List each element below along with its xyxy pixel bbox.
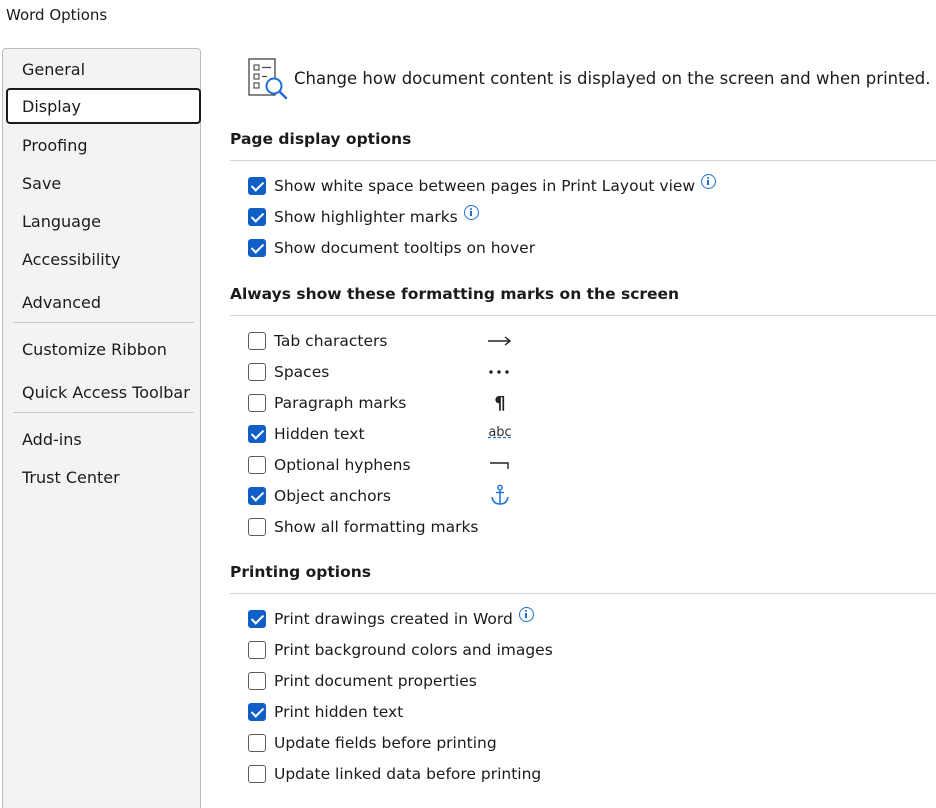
- sidebar-item-trust-center[interactable]: Trust Center: [6, 459, 201, 495]
- sidebar-item-advanced[interactable]: Advanced: [6, 284, 201, 320]
- display-options-icon: [248, 58, 288, 100]
- option-print-background[interactable]: Print background colors and images: [248, 639, 553, 661]
- option-show-white-space[interactable]: Show white space between pages in Print …: [248, 173, 717, 197]
- checkbox-unchecked[interactable]: [248, 332, 266, 350]
- option-label: Update linked data before printing: [274, 765, 542, 783]
- option-label: Show all formatting marks: [274, 518, 479, 536]
- info-icon[interactable]: [518, 606, 534, 622]
- option-print-document-properties[interactable]: Print document properties: [248, 670, 477, 692]
- option-label: Show highlighter marks: [274, 208, 458, 226]
- checkbox-checked[interactable]: [248, 610, 266, 628]
- option-label: Hidden text: [274, 425, 365, 443]
- option-update-linked-data[interactable]: Update linked data before printing: [248, 763, 541, 785]
- section-title-page-display: Page display options: [230, 130, 412, 148]
- option-label: Object anchors: [274, 487, 392, 505]
- anchor-icon: [491, 484, 509, 505]
- option-print-drawings[interactable]: Print drawings created in Word: [248, 606, 534, 630]
- hidden-text-icon: abc: [488, 424, 512, 440]
- checkbox-checked[interactable]: [248, 703, 266, 721]
- option-label: Optional hyphens: [274, 456, 411, 474]
- sidebar-item-add-ins[interactable]: Add-ins: [6, 421, 201, 457]
- option-print-hidden-text[interactable]: Print hidden text: [248, 701, 403, 723]
- banner-description: Change how document content is displayed…: [294, 69, 931, 88]
- option-label: Tab characters: [274, 332, 388, 350]
- section-title-printing: Printing options: [230, 563, 371, 581]
- option-tab-characters[interactable]: Tab characters: [248, 330, 387, 352]
- sidebar-item-customize-ribbon[interactable]: Customize Ribbon: [6, 331, 201, 367]
- option-show-all-formatting-marks[interactable]: Show all formatting marks: [248, 516, 479, 538]
- option-label: Print background colors and images: [274, 641, 553, 659]
- checkbox-unchecked[interactable]: [248, 765, 266, 783]
- option-label: Show document tooltips on hover: [274, 239, 536, 257]
- info-icon[interactable]: [463, 204, 479, 220]
- option-show-highlighter-marks[interactable]: Show highlighter marks: [248, 204, 479, 228]
- options-sidebar: General Display Proofing Save Language A…: [2, 48, 201, 808]
- option-label: Spaces: [274, 363, 330, 381]
- checkbox-checked[interactable]: [248, 177, 266, 195]
- sidebar-item-save[interactable]: Save: [6, 165, 201, 201]
- sidebar-item-display[interactable]: Display: [6, 88, 201, 124]
- option-label: Print hidden text: [274, 703, 404, 721]
- optional-hyphen-icon: [490, 462, 509, 469]
- checkbox-checked[interactable]: [248, 425, 266, 443]
- option-label: Show white space between pages in Print …: [274, 177, 696, 195]
- checkbox-unchecked[interactable]: [248, 394, 266, 412]
- option-paragraph-marks[interactable]: Paragraph marks: [248, 392, 406, 414]
- option-label: Print document properties: [274, 672, 477, 690]
- checkbox-unchecked[interactable]: [248, 734, 266, 752]
- option-label: Update fields before printing: [274, 734, 497, 752]
- option-update-fields[interactable]: Update fields before printing: [248, 732, 497, 754]
- sidebar-item-proofing[interactable]: Proofing: [6, 127, 201, 163]
- checkbox-checked[interactable]: [248, 239, 266, 257]
- checkbox-unchecked[interactable]: [248, 456, 266, 474]
- option-hidden-text[interactable]: Hidden text: [248, 423, 365, 445]
- checkbox-unchecked[interactable]: [248, 672, 266, 690]
- checkbox-unchecked[interactable]: [248, 363, 266, 381]
- option-label: Print drawings created in Word: [274, 610, 513, 628]
- section-divider: [230, 593, 936, 594]
- section-divider: [230, 160, 936, 161]
- sidebar-item-quick-access-toolbar[interactable]: Quick Access Toolbar: [6, 374, 201, 410]
- checkbox-checked[interactable]: [248, 208, 266, 226]
- space-dots-icon: [489, 370, 509, 374]
- window-title: Word Options: [6, 6, 108, 24]
- pilcrow-icon: ¶: [494, 392, 506, 414]
- section-divider: [230, 315, 936, 316]
- option-object-anchors[interactable]: Object anchors: [248, 485, 391, 507]
- sidebar-item-accessibility[interactable]: Accessibility: [6, 241, 201, 277]
- sidebar-item-language[interactable]: Language: [6, 203, 201, 239]
- info-icon[interactable]: [701, 173, 717, 189]
- checkbox-checked[interactable]: [248, 487, 266, 505]
- checkbox-unchecked[interactable]: [248, 641, 266, 659]
- option-spaces[interactable]: Spaces: [248, 361, 329, 383]
- option-label: Paragraph marks: [274, 394, 407, 412]
- tab-arrow-icon: [488, 336, 512, 346]
- section-title-formatting-marks: Always show these formatting marks on th…: [230, 285, 680, 303]
- sidebar-item-general[interactable]: General: [6, 51, 201, 87]
- sidebar-separator: [13, 322, 194, 323]
- sidebar-separator: [13, 412, 194, 413]
- checkbox-unchecked[interactable]: [248, 518, 266, 536]
- option-optional-hyphens[interactable]: Optional hyphens: [248, 454, 411, 476]
- option-show-document-tooltips[interactable]: Show document tooltips on hover: [248, 237, 535, 259]
